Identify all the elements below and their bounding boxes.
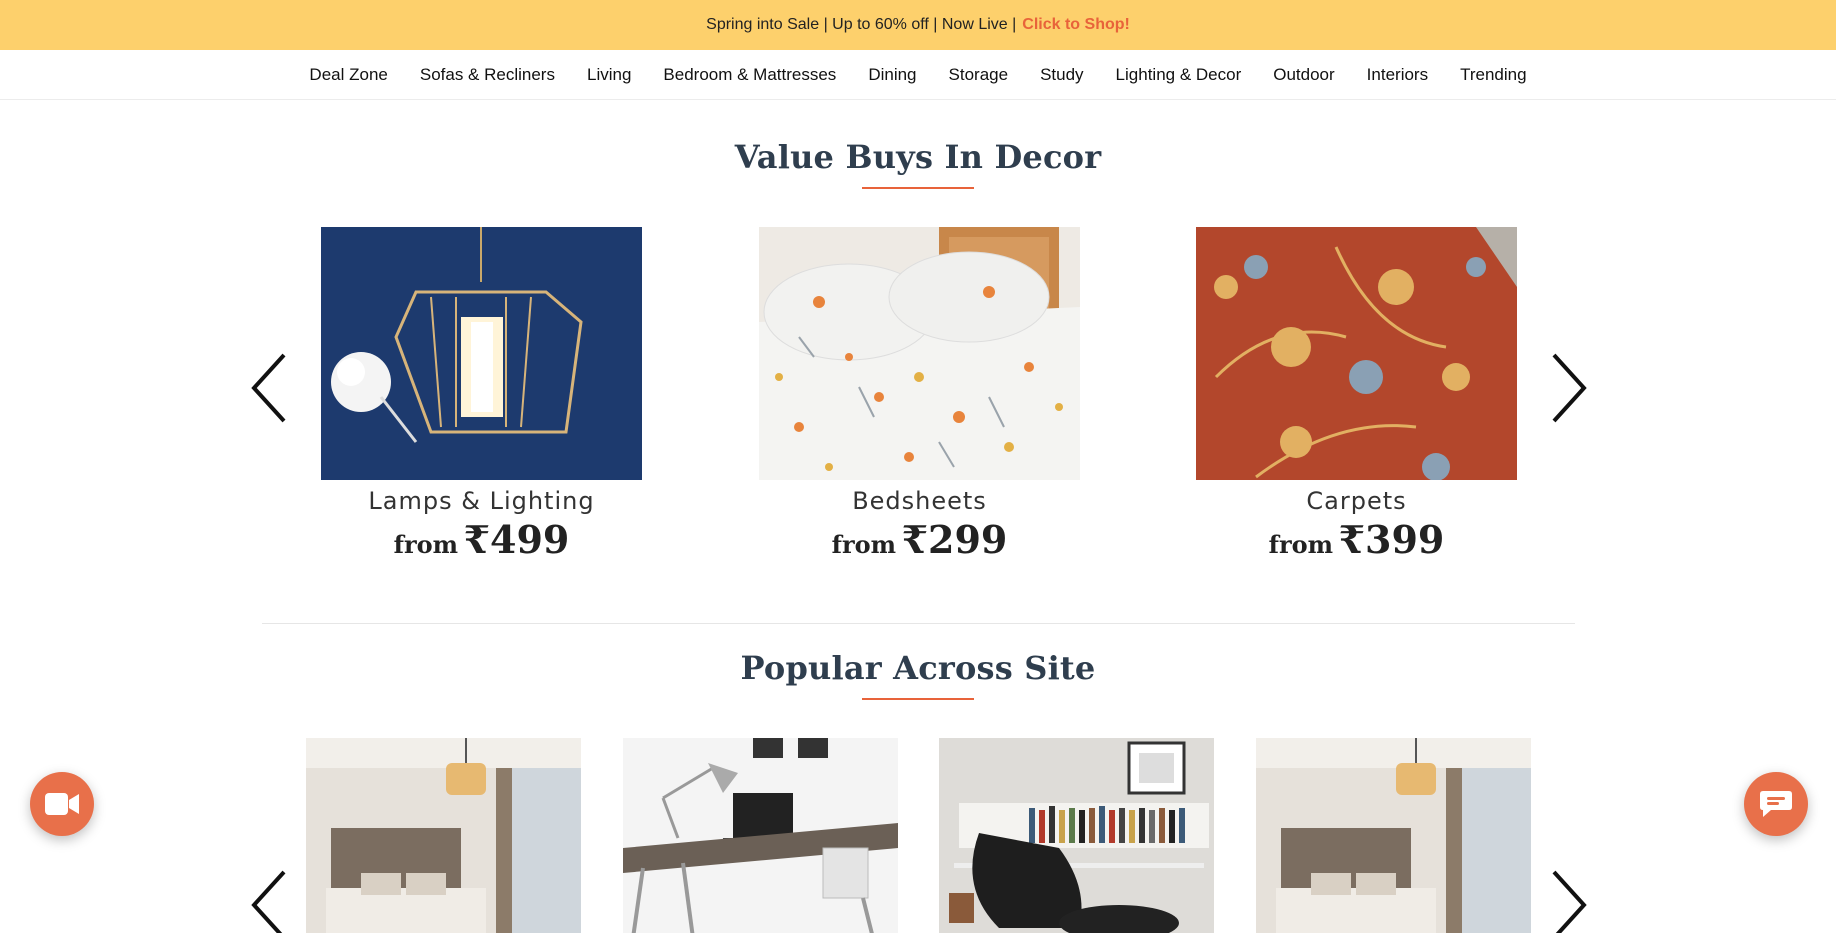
decor-card-lamps[interactable]: Lamps & Lighting from ₹499 <box>321 227 642 562</box>
video-call-button[interactable] <box>30 772 94 836</box>
lounge-chair-image <box>939 738 1214 933</box>
value-buys-prev-arrow[interactable] <box>250 353 290 423</box>
chevron-right-icon <box>1552 870 1587 933</box>
decor-card-carpets[interactable]: Carpets from ₹399 <box>1196 227 1517 562</box>
decor-card-price: from ₹499 <box>393 517 570 562</box>
study-desk-image <box>623 738 898 933</box>
chevron-left-icon <box>251 870 286 933</box>
chat-bubble-icon <box>1760 791 1792 817</box>
nav-item-interiors[interactable]: Interiors <box>1351 65 1444 85</box>
value-buys-next-arrow[interactable] <box>1548 353 1588 423</box>
decor-card-bedsheets[interactable]: Bedsheets from ₹299 <box>759 227 1080 562</box>
nav-item-living[interactable]: Living <box>571 65 647 85</box>
bedroom-image <box>306 738 581 933</box>
popular-card-study-desk[interactable] <box>623 738 898 933</box>
nav-item-outdoor[interactable]: Outdoor <box>1257 65 1350 85</box>
popular-title: Popular Across Site <box>740 649 1096 687</box>
nav-item-dining[interactable]: Dining <box>852 65 932 85</box>
nav-item-bedroom-mattresses[interactable]: Bedroom & Mattresses <box>647 65 852 85</box>
video-camera-icon <box>45 793 79 815</box>
nav-item-storage[interactable]: Storage <box>933 65 1025 85</box>
nav-item-lighting-decor[interactable]: Lighting & Decor <box>1100 65 1258 85</box>
lamp-image <box>321 227 642 480</box>
nav-item-deal-zone[interactable]: Deal Zone <box>293 65 403 85</box>
promo-bar: Spring into Sale | Up to 60% off | Now L… <box>0 0 1836 50</box>
popular-card-bedroom[interactable] <box>1256 738 1531 933</box>
category-nav: Deal Zone Sofas & Recliners Living Bedro… <box>0 50 1836 100</box>
nav-item-study[interactable]: Study <box>1024 65 1099 85</box>
chevron-left-icon <box>251 353 286 423</box>
popular-title-underline <box>862 698 974 700</box>
popular-card-bedroom[interactable] <box>306 738 581 933</box>
decor-card-name: Bedsheets <box>852 487 987 515</box>
decor-card-price: from ₹299 <box>831 517 1008 562</box>
carpet-image <box>1196 227 1517 480</box>
popular-card-lounge-chair[interactable] <box>939 738 1214 933</box>
bedroom-image <box>1256 738 1531 933</box>
popular-prev-arrow[interactable] <box>250 870 290 933</box>
promo-text: Spring into Sale | Up to 60% off | Now L… <box>706 16 1017 33</box>
nav-item-trending[interactable]: Trending <box>1444 65 1542 85</box>
decor-card-name: Carpets <box>1306 487 1407 515</box>
chat-button[interactable] <box>1744 772 1808 836</box>
value-buys-title-underline <box>862 187 974 189</box>
promo-cta-link[interactable]: Click to Shop! <box>1022 16 1130 34</box>
bedsheet-image <box>759 227 1080 480</box>
section-divider <box>262 623 1575 624</box>
decor-card-name: Lamps & Lighting <box>368 487 595 515</box>
popular-next-arrow[interactable] <box>1548 870 1588 933</box>
chevron-right-icon <box>1552 353 1587 423</box>
value-buys-title: Value Buys In Decor <box>734 138 1102 176</box>
decor-card-price: from ₹399 <box>1268 517 1445 562</box>
nav-item-sofas-recliners[interactable]: Sofas & Recliners <box>404 65 571 85</box>
